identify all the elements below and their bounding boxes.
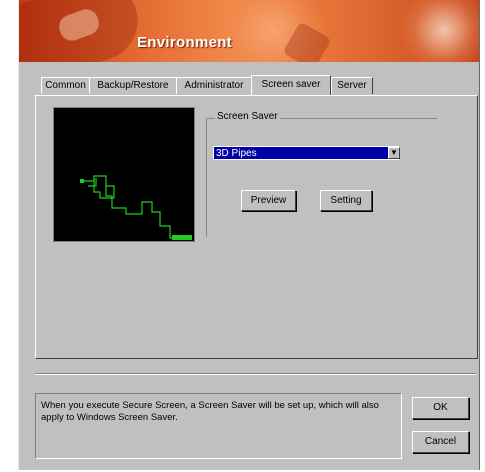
tab-panel-screen-saver: Screen Saver 3D Pipes ▼ Preview Setting xyxy=(35,95,478,359)
tab-common[interactable]: Common xyxy=(41,77,90,94)
tab-backup-restore[interactable]: Backup/Restore xyxy=(89,77,177,94)
pipe-segment xyxy=(88,178,97,187)
screen-saver-group-label: Screen Saver xyxy=(215,111,280,122)
pipe-segment xyxy=(172,235,192,240)
cancel-button[interactable]: Cancel xyxy=(412,431,469,453)
pipe-segment xyxy=(82,175,192,239)
tab-server[interactable]: Server xyxy=(331,77,373,94)
preview-button[interactable]: Preview xyxy=(241,190,296,211)
info-box: When you execute Secure Screen, a Screen… xyxy=(35,393,402,459)
chevron-down-icon[interactable]: ▼ xyxy=(388,147,400,159)
banner-decoration xyxy=(399,0,479,62)
tab-administrator[interactable]: Administrator xyxy=(176,77,252,94)
pipe-joint xyxy=(80,179,84,183)
separator xyxy=(35,373,476,375)
ok-button[interactable]: OK xyxy=(412,397,469,419)
environment-dialog: Environment Common Backup/Restore Admini… xyxy=(18,0,480,470)
screen-saver-preview xyxy=(53,107,195,242)
info-text: When you execute Secure Screen, a Screen… xyxy=(41,400,379,423)
screen-saver-select[interactable]: 3D Pipes xyxy=(213,146,399,160)
setting-button[interactable]: Setting xyxy=(320,190,372,211)
screen-saver-group: Screen Saver 3D Pipes ▼ Preview Setting xyxy=(206,111,437,237)
pipes-preview-image xyxy=(80,175,192,240)
window-title: Environment xyxy=(137,34,232,51)
tab-screen-saver[interactable]: Screen saver xyxy=(251,75,331,95)
banner: Environment xyxy=(19,0,479,62)
